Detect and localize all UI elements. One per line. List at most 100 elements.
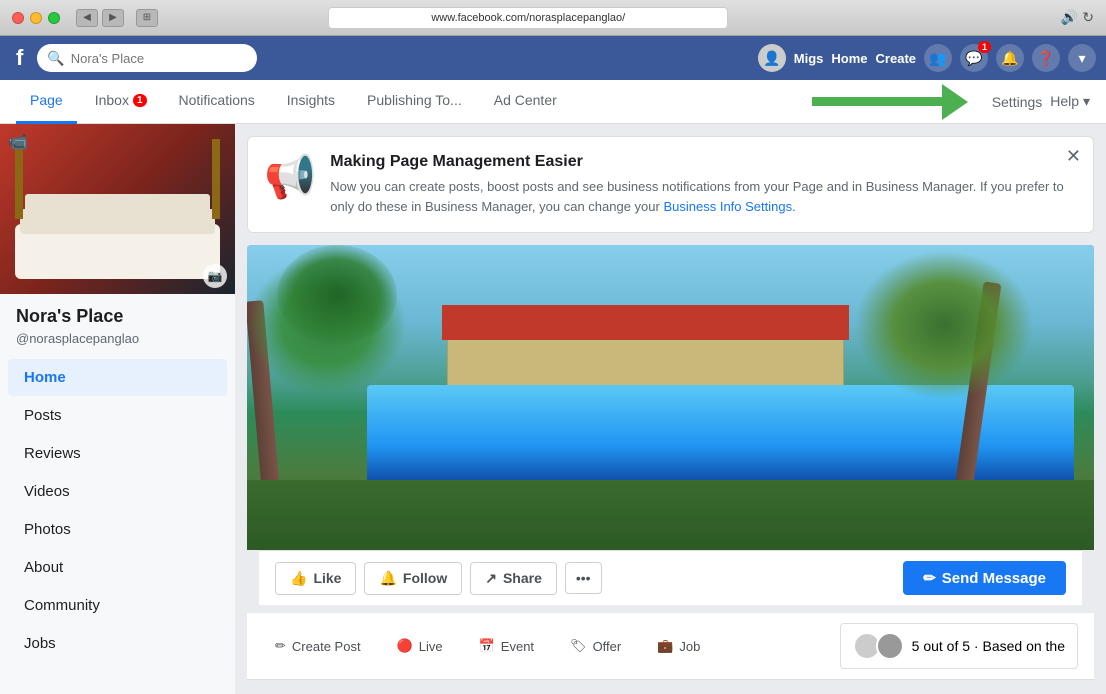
tab-inbox[interactable]: Inbox 1 — [81, 80, 161, 124]
event-label: Event — [501, 639, 534, 654]
address-bar[interactable]: www.facebook.com/norasplacepanglao/ — [328, 7, 728, 29]
banner-title: Making Page Management Easier — [330, 153, 1077, 171]
close-button[interactable] — [12, 12, 24, 24]
window-layout-button[interactable]: ⊞ — [136, 9, 158, 27]
video-icon[interactable]: 📹 — [8, 132, 28, 152]
more-icon-btn[interactable]: ▾ — [1068, 44, 1096, 72]
arrow-line — [812, 97, 942, 106]
help-button[interactable]: Help ▾ — [1050, 93, 1090, 110]
avatar: 👤 — [758, 44, 786, 72]
profile-cover: 📹 📷 — [0, 124, 235, 294]
cover-image — [0, 124, 235, 294]
roof — [442, 305, 849, 340]
tab-notifications[interactable]: Notifications — [165, 80, 269, 124]
tab-publishing-label: Publishing To... — [367, 92, 462, 108]
messages-badge: 1 — [978, 41, 991, 53]
traffic-lights — [12, 12, 60, 24]
content-area: 📢 Making Page Management Easier Now you … — [235, 124, 1106, 694]
avatar-group — [853, 632, 904, 660]
tab-inbox-label: Inbox — [95, 92, 129, 108]
tab-adcenter-label: Ad Center — [494, 92, 557, 108]
sidebar-item-community[interactable]: Community — [8, 587, 227, 624]
tab-page-label: Page — [30, 92, 63, 108]
tab-publishing[interactable]: Publishing To... — [353, 80, 476, 124]
ratings-text: 5 out of 5 · Based on the — [912, 638, 1065, 654]
create-post-button[interactable]: ✏ Create Post — [263, 632, 373, 660]
nav-right: 👤 Migs Home Create 👥 💬 1 🔔 ❓ ▾ — [758, 44, 1096, 72]
back-button[interactable]: ◀ — [76, 9, 98, 27]
megaphone-icon: 📢 — [264, 153, 316, 202]
ground — [247, 480, 1094, 550]
create-link[interactable]: Create — [876, 51, 916, 66]
minimize-button[interactable] — [30, 12, 42, 24]
url-text: www.facebook.com/norasplacepanglao/ — [431, 12, 625, 24]
sidebar-item-videos[interactable]: Videos — [8, 473, 227, 510]
friends-icon-btn[interactable]: 👥 — [924, 44, 952, 72]
send-message-button[interactable]: ✏ Send Message — [903, 561, 1066, 595]
facebook-nav: f 🔍 👤 Migs Home Create 👥 💬 1 🔔 ❓ ▾ — [0, 36, 1106, 80]
nav-arrows: ◀ ▶ — [76, 9, 124, 27]
tab-adcenter[interactable]: Ad Center — [480, 80, 571, 124]
maximize-button[interactable] — [48, 12, 60, 24]
sidebar-item-about[interactable]: About — [8, 549, 227, 586]
tab-notifications-label: Notifications — [179, 92, 255, 108]
sidebar-item-home[interactable]: Home — [8, 359, 227, 396]
event-button[interactable]: 📅 Event — [467, 632, 546, 660]
follow-button[interactable]: 🔔 Follow — [364, 562, 462, 595]
facebook-logo: f — [10, 43, 29, 73]
speaker-icon[interactable]: 🔊 — [1061, 9, 1078, 26]
tab-insights[interactable]: Insights — [273, 80, 349, 124]
palm-fronds-left2 — [277, 245, 397, 345]
job-button[interactable]: 💼 Job — [645, 632, 712, 660]
notification-banner: 📢 Making Page Management Easier Now you … — [247, 136, 1094, 233]
share-icon: ↗ — [485, 570, 497, 587]
offer-button[interactable]: 🏷 Offer — [558, 632, 633, 660]
like-icon: 👍 — [290, 570, 307, 587]
forward-button[interactable]: ▶ — [102, 9, 124, 27]
messages-icon-btn[interactable]: 💬 1 — [960, 44, 988, 72]
event-icon: 📅 — [479, 638, 495, 654]
inbox-badge: 1 — [133, 94, 147, 107]
notifications-icon-btn[interactable]: 🔔 — [996, 44, 1024, 72]
arrow-head — [942, 84, 968, 120]
sidebar-item-posts[interactable]: Posts — [8, 397, 227, 434]
live-icon: 🔴 — [397, 638, 413, 654]
create-post-icon: ✏ — [275, 638, 286, 654]
palm-fronds-right — [854, 250, 1034, 400]
pool-bg — [247, 245, 1094, 550]
help-icon-btn[interactable]: ❓ — [1032, 44, 1060, 72]
page-name: Nora's Place — [0, 294, 235, 331]
toolbar-right: 🔊 ↻ — [1061, 9, 1094, 26]
sidebar-item-reviews[interactable]: Reviews — [8, 435, 227, 472]
share-button[interactable]: ↗ Share — [470, 562, 557, 595]
ratings-panel: 5 out of 5 · Based on the — [840, 623, 1078, 669]
refresh-icon[interactable]: ↻ — [1082, 9, 1094, 26]
more-icon: ••• — [576, 570, 591, 586]
cover-photo-area: 👍 Like 🔔 Follow ↗ Share ••• ✏ Send Messa… — [247, 245, 1094, 605]
tab-insights-label: Insights — [287, 92, 335, 108]
search-input[interactable] — [71, 51, 248, 66]
more-button[interactable]: ••• — [565, 562, 602, 594]
main-content: 📹 📷 Nora's Place @norasplacepanglao Home… — [0, 124, 1106, 694]
banner-close-button[interactable]: ✕ — [1066, 147, 1081, 165]
page-tabs: Page Inbox 1 Notifications Insights Publ… — [0, 80, 1106, 124]
sidebar-item-photos[interactable]: Photos — [8, 511, 227, 548]
green-arrow-annotation — [812, 84, 968, 120]
banner-body: Now you can create posts, boost posts an… — [330, 177, 1077, 216]
job-icon: 💼 — [657, 638, 673, 654]
search-bar[interactable]: 🔍 — [37, 44, 257, 72]
settings-button[interactable]: Settings — [992, 94, 1043, 110]
search-icon: 🔍 — [47, 50, 64, 67]
bed-pillow — [20, 209, 215, 234]
offer-label: Offer — [593, 639, 622, 654]
camera-icon[interactable]: 📷 — [203, 264, 227, 288]
tab-page[interactable]: Page — [16, 80, 77, 124]
page-handle: @norasplacepanglao — [0, 331, 235, 358]
banner-link[interactable]: Business Info Settings. — [663, 199, 795, 214]
sidebar-nav: Home Posts Reviews Videos Photos About C… — [0, 359, 235, 662]
like-button[interactable]: 👍 Like — [275, 562, 356, 595]
home-link[interactable]: Home — [831, 51, 867, 66]
username: Migs — [794, 51, 824, 66]
action-row: 👍 Like 🔔 Follow ↗ Share ••• ✏ Send Messa… — [259, 550, 1082, 605]
live-button[interactable]: 🔴 Live — [385, 632, 455, 660]
